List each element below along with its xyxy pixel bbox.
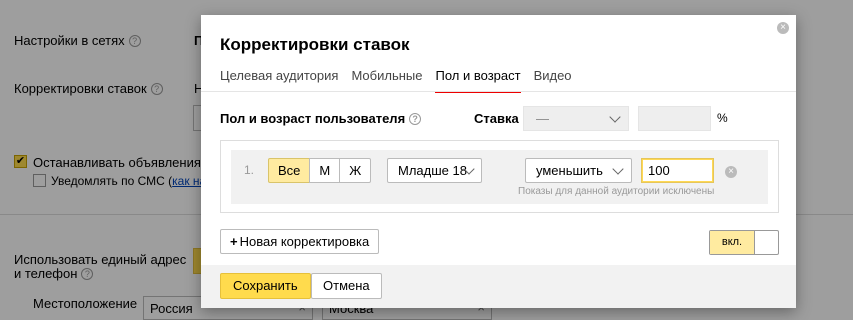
rule-number: 1. [244,163,255,177]
new-adjustment-button[interactable]: + Новая корректировка [220,229,380,254]
percent-sign: % [717,111,728,125]
tab-mobile[interactable]: Мобильные [351,68,422,93]
age-select[interactable]: Младше 18 [387,158,482,183]
tab-video[interactable]: Видео [534,68,572,93]
gender-selector: Все М Ж [268,158,372,183]
enabled-toggle[interactable]: вкл. [709,230,779,255]
rule-row: 1. Все М Ж Младше 18 уменьшить 100 Показ… [231,150,768,204]
plus-icon: + [230,234,238,249]
toggle-label: вкл. [710,231,755,254]
rate-input[interactable] [638,106,711,131]
bid-adjustments-modal: × Корректировки ставок Целевая аудитория… [201,15,796,308]
close-icon[interactable]: × [777,22,789,34]
remove-rule-icon[interactable]: × [725,166,737,178]
rule-container: 1. Все М Ж Младше 18 уменьшить 100 Показ… [220,140,779,213]
tabs-divider [201,91,796,92]
rate-label: Ставка [474,111,519,126]
modal-title: Корректировки ставок [220,35,410,54]
chevron-down-icon [609,111,621,123]
direction-select[interactable]: уменьшить [525,158,632,183]
tab-gender-age[interactable]: Пол и возраст [435,68,521,93]
gender-female-button[interactable]: Ж [339,158,372,183]
tab-target-audience[interactable]: Целевая аудитория [220,68,338,93]
section-label: Пол и возраст пользователя? [220,111,422,126]
rate-select[interactable]: — [523,106,629,131]
modal-footer: Сохранить Отмена [201,265,796,308]
rule-hint: Показы для данной аудитории исключены [518,186,715,197]
gender-all-button[interactable]: Все [268,158,311,183]
chevron-down-icon [612,163,624,175]
adjustment-value-input[interactable]: 100 [641,158,714,183]
save-button[interactable]: Сохранить [220,273,311,299]
cancel-button[interactable]: Отмена [311,273,382,299]
help-icon[interactable]: ? [409,113,422,125]
gender-male-button[interactable]: М [309,158,341,183]
toggle-knob [755,231,778,254]
tab-bar: Целевая аудитория Мобильные Пол и возрас… [220,68,585,93]
